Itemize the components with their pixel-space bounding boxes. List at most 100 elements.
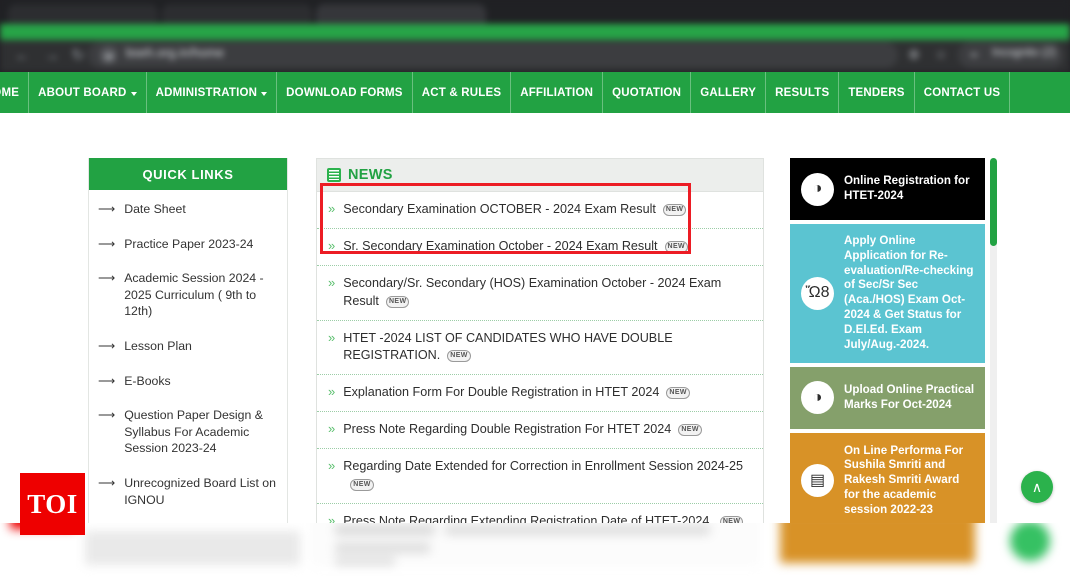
- right-arrow-icon: ⟶: [98, 236, 116, 251]
- quick-link-label: Date Sheet: [124, 202, 186, 216]
- quick-link-item[interactable]: ⟶ Lesson Plan: [89, 329, 287, 364]
- site-info-icon[interactable]: ☁: [100, 47, 117, 64]
- nav-item-label: CONTACT US: [923, 86, 1001, 99]
- quick-links-list: ⟶ Date Sheet ⟶ Practice Paper 2023-24 ⟶ Acade…: [89, 190, 287, 560]
- double-chevron-right-icon: »: [328, 329, 336, 345]
- promo-card-text: Online Registration for HTET-2024: [844, 174, 970, 202]
- right-arrow-icon: ⟶: [98, 338, 116, 353]
- right-arrow-icon: ⟶: [98, 408, 116, 423]
- back-arrow-icon[interactable]: ←: [12, 46, 32, 66]
- new-badge: NEW: [664, 240, 689, 253]
- nav-item-label: RESULTS: [775, 86, 830, 99]
- quick-links-title: QUICK LINKS: [89, 158, 287, 190]
- promo-cards-column: ◑ Online Registration for HTET-2024 Ὤ8 Appl…: [790, 158, 997, 536]
- quick-links-panel: QUICK LINKS ⟶ Date Sheet ⟶ Practice Paper 2…: [88, 158, 288, 561]
- nav-item-label: HOME: [0, 86, 20, 99]
- quick-link-item[interactable]: ⟶ Date Sheet: [89, 192, 287, 227]
- nav-item-about-board[interactable]: ABOUT BOARD: [29, 72, 147, 113]
- promo-cards-list: ◑ Online Registration for HTET-2024 Ὤ8 Appl…: [790, 158, 985, 529]
- news-item-text: Secondary/Sr. Secondary (HOS) Examinatio…: [343, 275, 722, 308]
- quick-link-item[interactable]: ⟶ Practice Paper 2023-24: [89, 227, 287, 262]
- new-badge: NEW: [447, 350, 471, 363]
- incognito-profile-label: Incognito (2): [992, 47, 1056, 59]
- tune-icon[interactable]: ⚙: [905, 46, 923, 64]
- new-badge: NEW: [678, 424, 702, 437]
- news-item[interactable]: » Explanation Form For Double Registratio…: [317, 375, 763, 413]
- id-badge-icon: Ὤ8: [801, 276, 834, 310]
- chevron-down-icon: [130, 91, 137, 96]
- page-body: QUICK LINKS ⟶ Date Sheet ⟶ Practice Paper 2…: [0, 113, 1070, 578]
- news-item[interactable]: » Press Note Regarding Double Registratio…: [317, 412, 763, 449]
- new-badge: NEW: [666, 387, 690, 400]
- double-chevron-right-icon: »: [328, 201, 336, 216]
- chevron-down-icon: [261, 91, 268, 96]
- reload-icon[interactable]: ↻: [68, 46, 88, 66]
- news-panel: NEWS » Secondary Examination OCTOBER - 20…: [316, 158, 764, 578]
- quick-link-label: Lesson Plan: [124, 338, 192, 353]
- quick-link-label: Unrecognized Board List on IGNOU: [124, 475, 276, 507]
- toi-logo-text: TOI: [27, 488, 78, 519]
- quick-link-item[interactable]: ⟶ E-Books: [89, 364, 287, 399]
- nav-item-administration[interactable]: ADMINISTRATION: [147, 72, 278, 113]
- quick-link-label: Question Paper Design & Syllabus For Aca…: [124, 408, 263, 456]
- promo-card[interactable]: ▤ On Line Performa For Sushila Smriti and…: [790, 432, 985, 529]
- news-item[interactable]: » HTET -2024 LIST OF CANDIDATES WHO HAVE …: [317, 321, 763, 376]
- bookmark-star-icon[interactable]: ☆: [932, 46, 950, 64]
- right-arrow-icon: ⟶: [98, 271, 116, 286]
- news-item[interactable]: » Sr. Secondary Examination October - 202…: [317, 229, 763, 266]
- forward-arrow-icon[interactable]: →: [42, 46, 62, 66]
- nav-item-results[interactable]: RESULTS: [766, 72, 840, 113]
- nav-empty-tail: [1010, 72, 1070, 113]
- nav-item-affiliation[interactable]: AFFILIATION: [511, 72, 604, 113]
- nav-item-tenders[interactable]: TENDERS: [839, 72, 915, 113]
- browser-chrome: ← → ↻ ☁ bseh.org.in/home ⚙ ☆ ∞ Incognito…: [0, 0, 1070, 72]
- new-badge: NEW: [385, 295, 410, 308]
- nav-item-label: AFFILIATION: [520, 86, 594, 99]
- news-item[interactable]: » Secondary/Sr. Secondary (HOS) Examinati…: [317, 266, 763, 321]
- promo-card[interactable]: ◑ Online Registration for HTET-2024: [790, 158, 985, 220]
- contrast-circle-icon: ◑: [801, 381, 834, 415]
- news-item-text: Regarding Date Extended for Correction i…: [343, 458, 751, 494]
- incognito-glasses-icon: ∞: [970, 49, 978, 61]
- news-item[interactable]: » Regarding Date Extended for Correction …: [317, 449, 763, 504]
- quick-link-item[interactable]: ⟶ Academic Session 2024 - 2025 Curriculum…: [89, 261, 287, 329]
- right-arrow-icon: ⟶: [98, 475, 116, 490]
- quick-link-item[interactable]: ⟶ Unrecognized Board List on IGNOU: [89, 466, 287, 517]
- quick-link-item[interactable]: ⟶ Question Paper Design & Syllabus For Ac…: [89, 398, 287, 466]
- news-item[interactable]: » Secondary Examination OCTOBER - 2024 Ex…: [317, 192, 763, 229]
- right-arrow-icon: ⟶: [98, 202, 116, 216]
- promo-scrollbar-thumb[interactable]: [990, 158, 997, 246]
- id-card-icon: ▤: [801, 464, 834, 498]
- nav-item-gallery[interactable]: GALLERY: [691, 72, 767, 113]
- scroll-to-top-button[interactable]: ∧: [1021, 471, 1053, 503]
- double-chevron-right-icon: »: [328, 384, 336, 400]
- contrast-circle-icon: ◑: [801, 172, 834, 206]
- new-badge: NEW: [350, 478, 374, 491]
- nav-item-act-rules[interactable]: ACT & RULES: [413, 72, 512, 113]
- nav-item-label: TENDERS: [848, 86, 905, 99]
- news-item-text: Press Note Regarding Double Registration…: [343, 421, 751, 439]
- news-panel-header: NEWS: [317, 159, 763, 192]
- nav-item-label: GALLERY: [700, 86, 757, 99]
- page-bottom-blurred-strip: [0, 523, 1070, 578]
- news-list-icon: [327, 168, 341, 182]
- nav-item-label: ACT & RULES: [421, 86, 502, 99]
- nav-item-quotation[interactable]: QUOTATION: [603, 72, 692, 113]
- double-chevron-right-icon: »: [328, 274, 336, 290]
- new-badge: NEW: [662, 204, 687, 216]
- promo-card-text: Apply Online Application for Re-evaluati…: [844, 234, 974, 351]
- promo-card[interactable]: ◑ Upload Online Practical Marks For Oct-2…: [790, 366, 985, 429]
- nav-item-label: QUOTATION: [612, 86, 682, 99]
- double-chevron-right-icon: »: [328, 421, 336, 437]
- nav-item-home[interactable]: HOME: [0, 72, 30, 113]
- double-chevron-right-icon: »: [328, 458, 336, 473]
- nav-item-download-forms[interactable]: DOWNLOAD FORMS: [277, 72, 413, 113]
- news-item-text: HTET -2024 LIST OF CANDIDATES WHO HAVE D…: [343, 330, 673, 363]
- promo-card-text: Upload Online Practical Marks For Oct-20…: [844, 382, 975, 411]
- nav-item-contact-us[interactable]: CONTACT US: [915, 72, 1011, 113]
- promo-scrollbar-track[interactable]: [990, 158, 997, 536]
- promo-card[interactable]: Ὤ8 Apply Online Application for Re-evalua…: [790, 224, 985, 363]
- quick-link-label: Academic Session 2024 - 2025 Curriculum …: [124, 271, 264, 319]
- right-arrow-icon: ⟶: [98, 373, 116, 388]
- nav-item-label: DOWNLOAD FORMS: [286, 86, 403, 99]
